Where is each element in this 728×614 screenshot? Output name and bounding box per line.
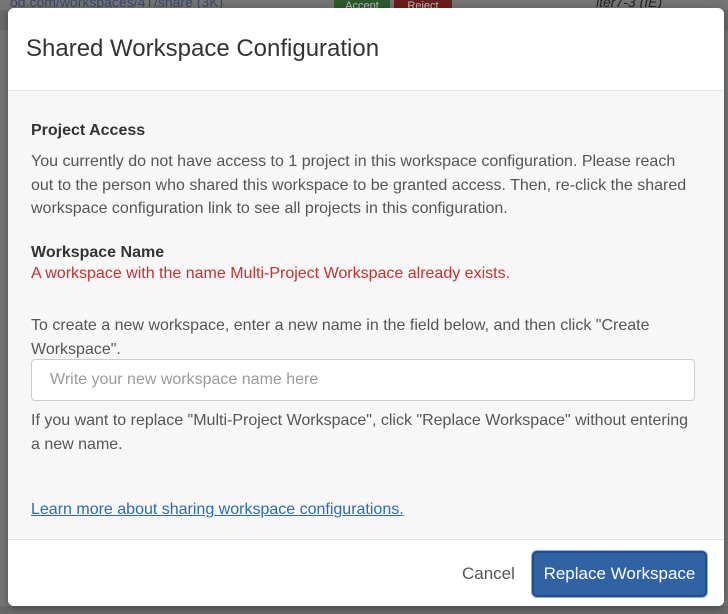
create-workspace-instructions: To create a new workspace, enter a new n…: [31, 317, 650, 358]
workspace-name-heading: Workspace Name: [31, 244, 165, 261]
dialog-body: Project Access You currently do not have…: [8, 91, 724, 538]
dialog-footer: Cancel Replace Workspace: [8, 539, 724, 606]
cancel-button[interactable]: Cancel: [448, 556, 529, 592]
project-access-text: You currently do not have access to 1 pr…: [31, 153, 687, 217]
project-access-heading: Project Access: [31, 122, 146, 139]
dialog-title: Shared Workspace Configuration: [26, 35, 380, 62]
dialog-header: Shared Workspace Configuration: [8, 8, 724, 91]
replace-workspace-button[interactable]: Replace Workspace: [532, 551, 707, 597]
replace-workspace-note: If you want to replace "Multi-Project Wo…: [31, 412, 689, 453]
background-bottom-strip: [0, 606, 728, 614]
workspace-exists-error: A workspace with the name Multi-Project …: [31, 265, 511, 282]
workspace-name-input[interactable]: [31, 359, 695, 401]
shared-workspace-dialog: Shared Workspace Configuration Project A…: [8, 8, 724, 606]
background-accept-button: Accept: [334, 0, 390, 12]
learn-more-link[interactable]: Learn more about sharing workspace confi…: [31, 501, 404, 519]
background-reject-button: Reject: [394, 0, 452, 12]
